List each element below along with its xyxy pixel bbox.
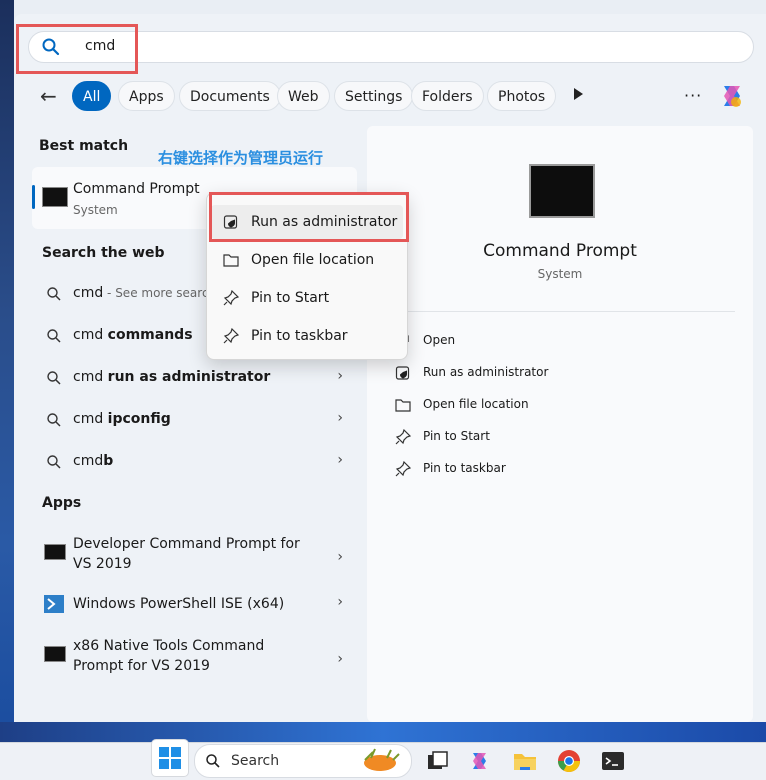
pin-icon xyxy=(223,290,239,306)
app-result-item[interactable]: x86 Native Tools Command Prompt for VS 20… xyxy=(32,636,357,686)
web-result-text: cmd xyxy=(73,369,108,385)
chevron-right-icon[interactable]: › xyxy=(337,594,343,610)
action-label: Open file location xyxy=(423,397,529,411)
start-button[interactable] xyxy=(151,739,189,777)
pin-icon xyxy=(223,328,239,344)
chevron-right-icon[interactable]: › xyxy=(337,368,343,384)
detail-subtitle: System xyxy=(537,267,583,281)
context-label: Pin to taskbar xyxy=(251,328,348,344)
detail-panel: Command Prompt System Open Run as admini… xyxy=(367,126,753,722)
detail-title: Command Prompt xyxy=(483,241,637,261)
app-result-item[interactable]: Developer Command Prompt for VS 2019 › xyxy=(32,534,357,584)
copilot-icon[interactable] xyxy=(716,80,748,112)
filter-photos[interactable]: Photos xyxy=(487,81,557,111)
filter-web[interactable]: Web xyxy=(277,81,330,111)
context-label: Pin to Start xyxy=(251,290,330,306)
file-explorer-icon[interactable] xyxy=(512,748,538,774)
web-result-text: cmd xyxy=(73,327,108,343)
desktop-background xyxy=(0,0,14,779)
selection-indicator xyxy=(32,185,35,209)
powershell-ise-icon xyxy=(44,595,64,613)
taskbar-search[interactable]: Search xyxy=(194,744,412,778)
search-icon xyxy=(47,455,61,469)
run-as-admin-highlight-box xyxy=(209,192,409,242)
app-name: Windows PowerShell ISE (x64) xyxy=(73,596,285,612)
task-view-icon[interactable] xyxy=(424,748,450,774)
desktop-background-bottom xyxy=(0,722,766,742)
search-icon xyxy=(47,413,61,427)
context-pin-to-start[interactable]: Pin to Start xyxy=(211,281,403,315)
best-match-title: Command Prompt xyxy=(73,181,200,197)
action-label: Run as administrator xyxy=(423,365,549,379)
command-prompt-large-icon xyxy=(529,164,595,218)
web-result-text: cmd xyxy=(73,285,104,301)
taskbar-search-label: Search xyxy=(231,753,280,769)
chevron-right-icon[interactable]: › xyxy=(337,452,343,468)
chrome-icon[interactable] xyxy=(556,748,582,774)
app-name: Developer Command Prompt for xyxy=(73,536,300,552)
filter-apps[interactable]: Apps xyxy=(118,81,175,111)
copilot-icon[interactable] xyxy=(468,748,494,774)
filter-settings[interactable]: Settings xyxy=(334,81,414,111)
developer-prompt-icon xyxy=(44,544,66,560)
filter-documents[interactable]: Documents xyxy=(179,81,281,111)
app-name-line2: VS 2019 xyxy=(73,556,132,572)
context-open-file-location[interactable]: Open file location xyxy=(211,243,403,277)
action-label: Pin to taskbar xyxy=(423,461,506,475)
native-tools-icon xyxy=(44,646,66,662)
more-options-button[interactable]: ··· xyxy=(684,86,702,105)
start-menu-search-panel: cmd ← All Apps Documents Web Settings Fo… xyxy=(14,14,766,722)
search-highlight-icon xyxy=(364,748,400,771)
app-name: x86 Native Tools Command xyxy=(73,638,265,654)
search-highlight-box xyxy=(16,24,138,74)
folder-icon xyxy=(395,399,411,412)
shield-icon xyxy=(395,366,410,380)
app-name-line2: Prompt for VS 2019 xyxy=(73,658,210,674)
pin-icon xyxy=(395,429,411,445)
pin-icon xyxy=(395,461,411,477)
context-pin-to-taskbar[interactable]: Pin to taskbar xyxy=(211,319,403,353)
annotation-text: 右键选择作为管理员运行 xyxy=(158,149,324,167)
search-web-heading: Search the web xyxy=(42,245,165,261)
search-icon xyxy=(47,371,61,385)
search-icon xyxy=(47,329,61,343)
chevron-right-icon[interactable]: › xyxy=(337,549,343,565)
command-prompt-icon xyxy=(42,187,68,207)
action-label: Pin to Start xyxy=(423,429,490,443)
apps-heading: Apps xyxy=(42,495,82,511)
terminal-icon[interactable] xyxy=(600,748,626,774)
search-icon xyxy=(206,754,220,768)
context-label: Open file location xyxy=(251,252,375,268)
chevron-right-icon[interactable]: › xyxy=(337,651,343,667)
web-result-text: cmd xyxy=(73,411,108,427)
web-result-bold: run as administrator xyxy=(107,369,271,385)
action-label: Open xyxy=(423,333,456,347)
web-result-bold: commands xyxy=(107,327,193,343)
folder-icon xyxy=(223,254,239,267)
web-result-bold: b xyxy=(103,453,114,469)
web-result-item[interactable]: cmd run as administrator › xyxy=(32,360,357,396)
search-icon xyxy=(47,287,61,301)
filter-all[interactable]: All xyxy=(72,81,112,111)
best-match-heading: Best match xyxy=(39,138,129,154)
windows-logo-icon xyxy=(159,747,181,769)
best-match-subtitle: System xyxy=(73,203,118,217)
web-result-item[interactable]: cmd ipconfig › xyxy=(32,402,357,438)
more-filters-arrow-icon[interactable] xyxy=(574,88,583,100)
back-arrow-icon[interactable]: ← xyxy=(40,84,57,108)
web-result-bold: ipconfig xyxy=(107,411,171,427)
divider xyxy=(389,311,735,312)
web-result-text: cmd xyxy=(73,453,104,469)
chevron-right-icon[interactable]: › xyxy=(337,410,343,426)
web-result-item[interactable]: cmdb › xyxy=(32,444,357,480)
filter-folders[interactable]: Folders xyxy=(411,81,484,111)
